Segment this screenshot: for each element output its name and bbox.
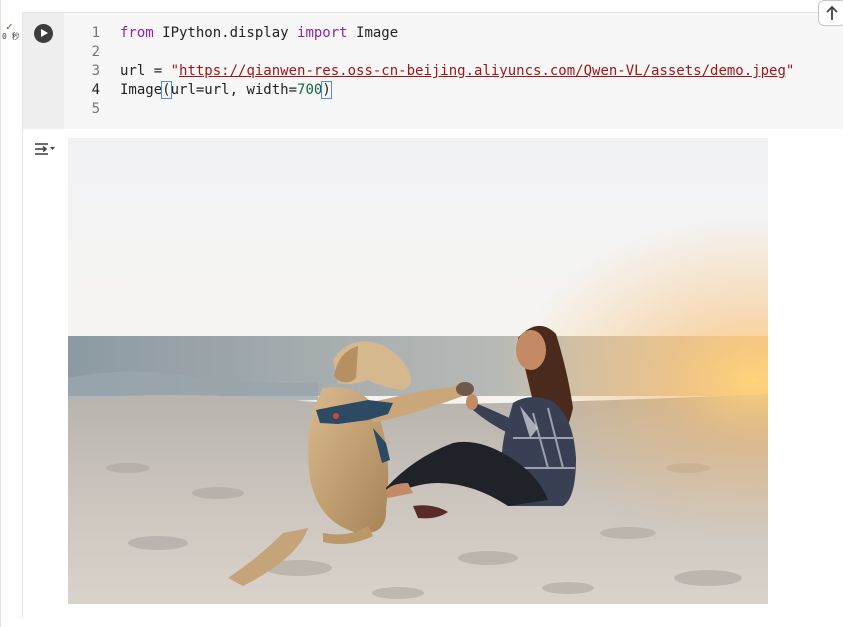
code-line[interactable]: 4 Image(url=url, width=700): [64, 81, 794, 100]
code-token: url =: [120, 63, 171, 79]
line-number: 3: [91, 63, 100, 79]
code-cell[interactable]: 1 from IPython.display import Image 2 3 url …: [22, 12, 843, 619]
code-token: Image: [120, 82, 163, 98]
run-cell-button[interactable]: [34, 24, 53, 43]
arrow-up-icon: [826, 5, 838, 20]
code-token: (: [161, 81, 172, 99]
code-token: https://qianwen-res.oss-cn-beijing.aliyu…: [179, 63, 786, 79]
code-token: from: [120, 25, 154, 41]
scroll-to-top-button[interactable]: [818, 0, 843, 26]
line-number: 2: [91, 44, 100, 60]
output-image-beach-woman-dog: [68, 138, 768, 604]
output-collapse-icon[interactable]: [34, 139, 56, 157]
code-token: 700: [297, 82, 323, 98]
code-text[interactable]: url = "https://qianwen-res.oss-cn-beijin…: [120, 62, 794, 81]
code-editor[interactable]: 1 from IPython.display import Image 2 3 url …: [23, 13, 843, 129]
code-token: ": [785, 63, 795, 79]
code-token: Image: [347, 25, 399, 41]
code-line[interactable]: 2: [64, 43, 794, 62]
execution-success-check-icon: ✓: [6, 20, 13, 33]
code-lines[interactable]: 1 from IPython.display import Image 2 3 url …: [64, 24, 795, 119]
code-token: ): [321, 81, 332, 99]
line-number: 5: [91, 101, 100, 117]
code-token: ": [170, 63, 180, 79]
line-number: 4: [91, 82, 100, 98]
page-left-border: [0, 0, 1, 627]
code-token: import: [297, 25, 348, 41]
line-number: 1: [91, 25, 100, 41]
cell-gutter: [23, 13, 64, 129]
cell-execution-status: ✓ 0 秒: [2, 20, 22, 42]
code-text[interactable]: from IPython.display import Image: [120, 24, 398, 43]
code-token: IPython.display: [153, 25, 298, 41]
code-line[interactable]: 1 from IPython.display import Image: [64, 24, 794, 43]
code-line[interactable]: 5: [64, 100, 794, 119]
code-token: url=url, width=: [170, 82, 298, 98]
code-text[interactable]: Image(url=url, width=700): [120, 81, 332, 100]
code-line[interactable]: 3 url = "https://qianwen-res.oss-cn-beiji…: [64, 62, 795, 81]
execution-time: 0 秒: [2, 32, 20, 41]
cell-output: [23, 129, 843, 619]
